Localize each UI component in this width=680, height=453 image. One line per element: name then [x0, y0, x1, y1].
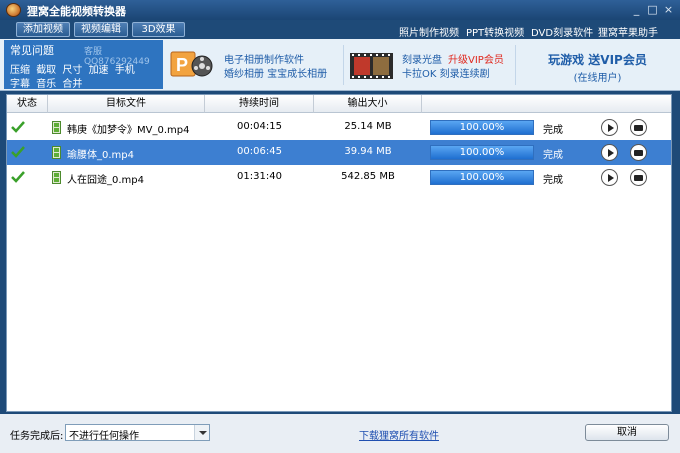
- column-header-size[interactable]: 输出大小: [314, 95, 422, 113]
- duration: 01:31:40: [237, 171, 282, 182]
- column-header-progress: [422, 95, 671, 113]
- progress-text: 100.00%: [459, 172, 505, 183]
- add-video-button[interactable]: 添加视频: [16, 22, 70, 37]
- minimize-button[interactable]: _: [630, 3, 643, 16]
- after-complete-dropdown[interactable]: 不进行任何操作: [65, 424, 210, 442]
- output-size: 25.14 MB: [344, 121, 392, 132]
- download-all-software-link[interactable]: 下载狸窝所有软件: [359, 427, 439, 442]
- progress-text: 100.00%: [459, 122, 505, 133]
- burn-disc-promo: 刻录光盘 升级VIP会员: [402, 51, 504, 66]
- faq-link-subtitle[interactable]: 字幕: [10, 79, 30, 90]
- maximize-button[interactable]: □: [646, 3, 659, 16]
- checkmark-icon: [11, 121, 25, 133]
- table-row[interactable]: 人在囧途_0.mp4 01:31:40 542.85 MB 100.00% 完成: [7, 165, 671, 190]
- duration: 00:06:45: [237, 146, 282, 157]
- column-header-duration[interactable]: 持续时间: [205, 95, 314, 113]
- task-list: 状态 目标文件 持续时间 输出大小 韩庚《加梦令》MV_0.mp4 00:04:…: [6, 94, 672, 412]
- karaoke-link[interactable]: 卡拉OK 刻录连续剧: [402, 65, 490, 80]
- play-icon[interactable]: [601, 169, 618, 186]
- cancel-button[interactable]: 取消: [585, 424, 669, 441]
- bottom-bar: 任务完成后: 不进行任何操作 下载狸窝所有软件 取消: [0, 414, 680, 453]
- title-bar: 狸窝全能视频转换器 _ □ ×: [0, 0, 680, 20]
- faq-link-speed[interactable]: 加速: [89, 65, 109, 76]
- faq-box: 常见问题 客服QQ876292449 压缩 截取 尺寸 加速 手机 字幕 音乐 …: [4, 40, 163, 90]
- progress-bar: 100.00%: [430, 170, 534, 185]
- progress-bar: 100.00%: [430, 120, 534, 135]
- promo-panel: 常见问题 客服QQ876292449 压缩 截取 尺寸 加速 手机 字幕 音乐 …: [0, 39, 680, 91]
- faq-links-row-1: 压缩 截取 尺寸 加速 手机: [10, 61, 138, 76]
- app-logo-icon: [6, 3, 21, 17]
- progress-text: 100.00%: [459, 147, 505, 158]
- task-state: 完成: [543, 150, 563, 161]
- output-size: 39.94 MB: [344, 146, 392, 157]
- after-complete-label: 任务完成后:: [10, 431, 64, 442]
- file-name: 韩庚《加梦令》MV_0.mp4: [67, 125, 190, 136]
- video-file-icon: [52, 121, 61, 134]
- game-vip-promo-link[interactable]: 玩游戏 送VIP会员: [520, 51, 675, 68]
- photo-to-video-link[interactable]: 照片制作视频: [399, 24, 459, 39]
- column-header-file[interactable]: 目标文件: [48, 95, 205, 113]
- video-file-icon: [52, 171, 61, 184]
- play-icon[interactable]: [601, 119, 618, 136]
- table-row[interactable]: 瑜腰体_0.mp4 00:06:45 39.94 MB 100.00% 完成: [7, 140, 671, 165]
- svg-text:P: P: [176, 55, 188, 75]
- divider: [343, 45, 344, 85]
- output-size: 542.85 MB: [341, 171, 395, 182]
- app-title: 狸窝全能视频转换器: [27, 5, 126, 18]
- checkmark-icon: [11, 171, 25, 183]
- open-folder-icon[interactable]: [630, 144, 647, 161]
- faq-links-row-2: 字幕 音乐 合并: [10, 75, 85, 90]
- file-name: 瑜腰体_0.mp4: [67, 150, 134, 161]
- faq-link-mobile[interactable]: 手机: [115, 65, 135, 76]
- file-name: 人在囧途_0.mp4: [67, 175, 144, 186]
- game-promo-subtext: (在线用户): [573, 73, 622, 84]
- edit-video-button[interactable]: 视频编辑: [74, 22, 128, 37]
- duration: 00:04:15: [237, 121, 282, 132]
- video-file-icon: [52, 146, 61, 159]
- faq-link-merge[interactable]: 合并: [62, 79, 82, 90]
- open-folder-icon[interactable]: [630, 119, 647, 136]
- open-folder-icon[interactable]: [630, 169, 647, 186]
- play-icon[interactable]: [601, 144, 618, 161]
- divider: [515, 45, 516, 85]
- task-state: 完成: [543, 125, 563, 136]
- apple-helper-link[interactable]: 狸窝苹果助手: [598, 24, 658, 39]
- film-strip-icon[interactable]: [350, 51, 393, 81]
- 3d-effect-button[interactable]: 3D效果: [132, 22, 185, 37]
- faq-title[interactable]: 常见问题: [10, 42, 54, 58]
- album-software-link[interactable]: 电子相册制作软件: [224, 51, 304, 66]
- dvd-burn-link[interactable]: DVD刻录软件: [531, 24, 593, 39]
- faq-link-music[interactable]: 音乐: [36, 79, 56, 90]
- chevron-down-icon[interactable]: [194, 425, 209, 440]
- ppt-to-video-link[interactable]: PPT转换视频: [466, 24, 524, 39]
- checkmark-icon: [11, 146, 25, 158]
- table-row[interactable]: 韩庚《加梦令》MV_0.mp4 00:04:15 25.14 MB 100.00…: [7, 115, 671, 140]
- task-state: 完成: [543, 175, 563, 186]
- album-types-link[interactable]: 婚纱相册 宝宝成长相册: [224, 65, 327, 80]
- column-header-status[interactable]: 状态: [7, 95, 48, 113]
- toolbar: 添加视频 视频编辑 3D效果 照片制作视频 PPT转换视频 DVD刻录软件 狸窝…: [0, 20, 680, 39]
- after-complete-value: 不进行任何操作: [69, 431, 139, 442]
- close-button[interactable]: ×: [662, 3, 675, 16]
- progress-bar: 100.00%: [430, 145, 534, 160]
- album-software-icon[interactable]: P: [170, 47, 214, 81]
